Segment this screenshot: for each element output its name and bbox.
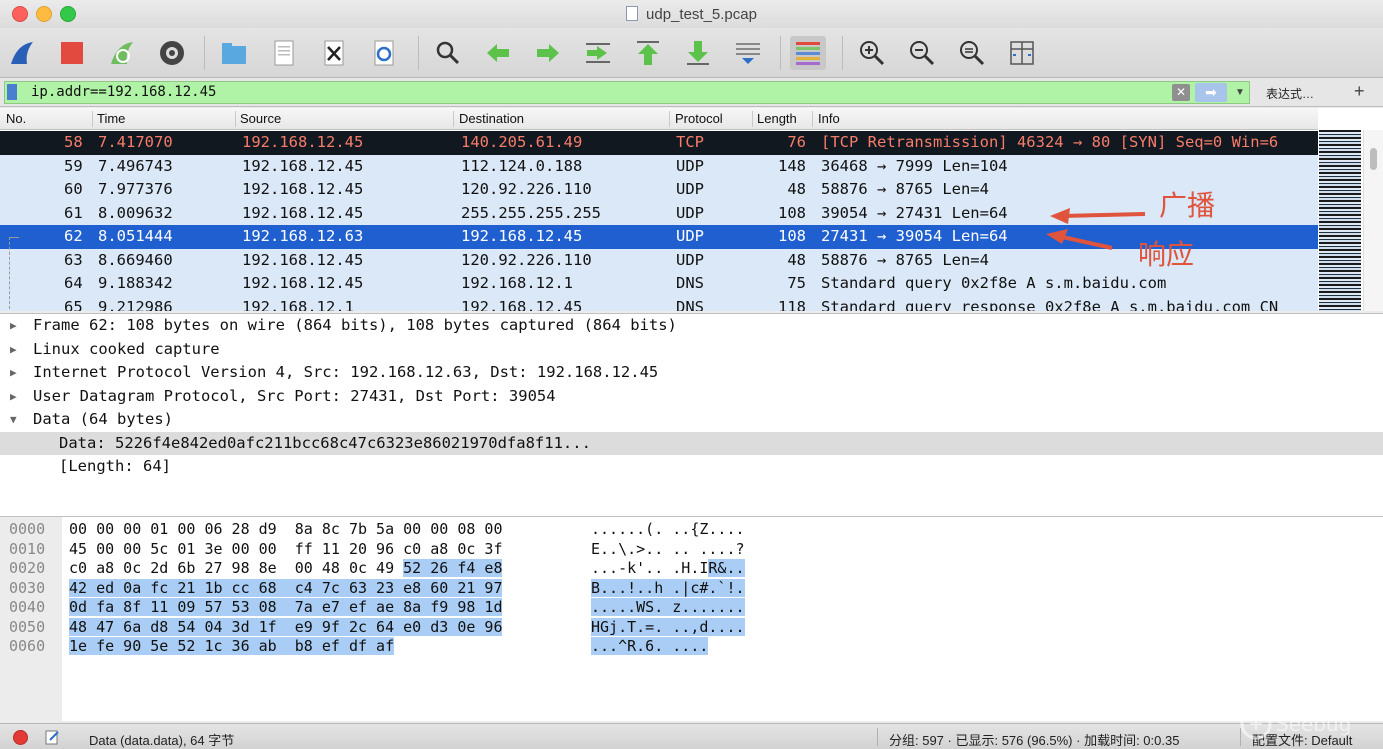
col-protocol[interactable]: Protocol bbox=[675, 111, 723, 126]
seebug-watermark: Seebug bbox=[1238, 704, 1378, 744]
scrollbar-thumb[interactable] bbox=[1370, 148, 1377, 170]
conversation-bracket-line bbox=[9, 237, 10, 309]
status-bar: Data (data.data), 64 字节 分组: 597 · 已显示: 5… bbox=[0, 723, 1383, 749]
annotation-broadcast: 广播 bbox=[1159, 189, 1216, 222]
display-filter-bar: ip.addr==192.168.12.45 ✕ ➡ ▼ 表达式… + bbox=[0, 78, 1383, 107]
detail-row-ipv4[interactable]: ▶ Internet Protocol Version 4, Src: 192.1… bbox=[0, 361, 1383, 385]
go-to-packet-icon[interactable] bbox=[580, 36, 616, 70]
detail-row-frame[interactable]: ▶ Frame 62: 108 bytes on wire (864 bits),… bbox=[0, 314, 1383, 338]
collapse-arrow-icon[interactable]: ▼ bbox=[10, 408, 17, 431]
window-title: udp_test_5.pcap bbox=[0, 6, 1383, 23]
expand-arrow-icon[interactable]: ▶ bbox=[10, 361, 17, 384]
packet-list-header: No. Time Source Destination Protocol Len… bbox=[0, 108, 1318, 130]
expression-button[interactable]: 表达式… bbox=[1266, 85, 1314, 102]
find-packet-icon[interactable] bbox=[430, 36, 466, 70]
packet-row[interactable]: 64 9.188342 192.168.12.45 192.168.12.1 DNS 75… bbox=[0, 272, 1318, 296]
packet-row[interactable]: 65 9.212986 192.168.12.1 192.168.12.45 DNS 11… bbox=[0, 295, 1318, 311]
col-no[interactable]: No. bbox=[6, 111, 26, 126]
close-file-icon[interactable] bbox=[316, 36, 352, 70]
detail-row-udp[interactable]: ▶ User Datagram Protocol, Src Port: 27431… bbox=[0, 385, 1383, 409]
expert-info-icon[interactable] bbox=[13, 730, 28, 745]
status-packet-counts: 分组: 597 · 已显示: 576 (96.5%) · 加载时间: 0:0.3… bbox=[889, 733, 1180, 748]
capture-comment-icon[interactable] bbox=[44, 729, 60, 745]
document-icon bbox=[626, 6, 639, 21]
window-title-text: udp_test_5.pcap bbox=[646, 6, 757, 23]
display-filter-input[interactable]: ip.addr==192.168.12.45 bbox=[4, 81, 1250, 104]
packet-row[interactable]: 58 7.417070 192.168.12.45 140.205.61.49 TCP 7… bbox=[0, 131, 1318, 155]
col-length[interactable]: Length bbox=[757, 111, 797, 126]
status-field-info: Data (data.data), 64 字节 bbox=[89, 733, 235, 748]
reload-file-icon[interactable] bbox=[366, 36, 402, 70]
conversation-bracket bbox=[9, 237, 19, 238]
detail-row-length[interactable]: [Length: 64] bbox=[0, 455, 1383, 479]
go-forward-icon[interactable] bbox=[530, 36, 566, 70]
col-time[interactable]: Time bbox=[97, 111, 125, 126]
display-filter-text: ip.addr==192.168.12.45 bbox=[31, 84, 217, 100]
packet-row[interactable]: 59 7.496743 192.168.12.45 112.124.0.188 UDP 1… bbox=[0, 154, 1318, 178]
detail-row-data[interactable]: ▼ Data (64 bytes) bbox=[0, 408, 1383, 432]
last-packet-icon[interactable] bbox=[680, 36, 716, 70]
filter-bookmark-icon[interactable] bbox=[7, 84, 17, 100]
go-back-icon[interactable] bbox=[480, 36, 516, 70]
open-file-icon[interactable] bbox=[216, 36, 252, 70]
packet-details-pane: ▶ Frame 62: 108 bytes on wire (864 bits),… bbox=[0, 313, 1383, 516]
seebug-watermark-text: Seebug bbox=[1276, 712, 1352, 736]
resize-columns-icon[interactable] bbox=[1004, 36, 1040, 70]
colorize-icon[interactable] bbox=[790, 36, 826, 70]
shark-fin-start-icon[interactable] bbox=[4, 36, 40, 70]
col-info[interactable]: Info bbox=[818, 111, 840, 126]
auto-scroll-icon[interactable] bbox=[730, 36, 766, 70]
detail-row-linux-cooked[interactable]: ▶ Linux cooked capture bbox=[0, 338, 1383, 362]
detail-row-data-value[interactable]: Data: 5226f4e842ed0afc211bcc68c47c6323e8… bbox=[0, 431, 1383, 455]
add-filter-button[interactable]: + bbox=[1354, 81, 1365, 102]
annotation-arrows bbox=[1046, 208, 1146, 250]
title-bar: udp_test_5.pcap bbox=[0, 0, 1383, 28]
col-source[interactable]: Source bbox=[240, 111, 281, 126]
expand-arrow-icon[interactable]: ▶ bbox=[10, 338, 17, 361]
packet-list-scrollbar[interactable] bbox=[1363, 130, 1383, 311]
filter-history-dropdown-icon[interactable]: ▼ bbox=[1232, 84, 1248, 101]
first-packet-icon[interactable] bbox=[630, 36, 666, 70]
capture-options-icon[interactable] bbox=[154, 36, 190, 70]
save-file-icon[interactable] bbox=[266, 36, 302, 70]
stop-capture-icon[interactable] bbox=[54, 36, 90, 70]
col-destination[interactable]: Destination bbox=[459, 111, 524, 126]
main-toolbar bbox=[0, 28, 1383, 78]
clear-filter-icon[interactable]: ✕ bbox=[1172, 84, 1190, 101]
apply-filter-icon[interactable]: ➡ bbox=[1195, 83, 1227, 102]
zoom-in-icon[interactable] bbox=[854, 36, 890, 70]
expand-arrow-icon[interactable]: ▶ bbox=[10, 385, 17, 408]
zoom-out-icon[interactable] bbox=[904, 36, 940, 70]
expand-arrow-icon[interactable]: ▶ bbox=[10, 314, 17, 337]
restart-capture-icon[interactable] bbox=[104, 36, 140, 70]
packet-minimap[interactable] bbox=[1319, 130, 1361, 311]
packet-bytes-pane: 0000 00 00 00 01 00 06 28 d9 8a 8c 7b 5a … bbox=[0, 516, 1383, 722]
zoom-reset-icon[interactable] bbox=[954, 36, 990, 70]
annotation-response: 响应 bbox=[1138, 238, 1195, 271]
